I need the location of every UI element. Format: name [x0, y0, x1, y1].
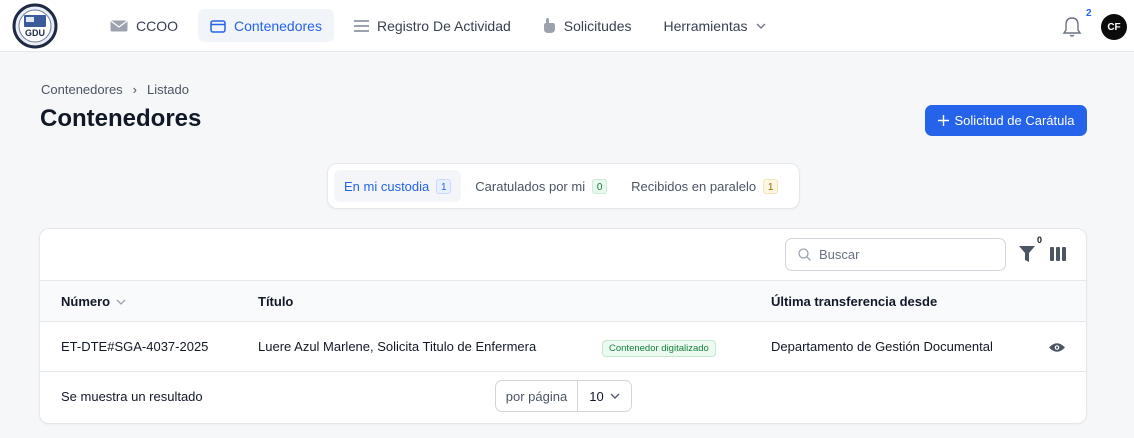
- search-icon: [798, 248, 811, 261]
- table-row[interactable]: ET-DTE#SGA-4037-2025 Luere Azul Marlene,…: [40, 322, 1086, 372]
- per-page-label: por página: [496, 381, 578, 411]
- tab-bar: En mi custodia 1 Caratulados por mi 0 Re…: [327, 163, 800, 209]
- column-header-titulo: Título: [258, 294, 293, 309]
- column-label: Número: [61, 294, 111, 309]
- breadcrumb-separator-icon: ›: [132, 82, 138, 97]
- filter-count: 0: [1037, 235, 1043, 245]
- per-page-select[interactable]: 10: [578, 389, 631, 404]
- solicitud-caratula-button[interactable]: Solicitud de Carátula: [925, 105, 1087, 136]
- folder-icon: [210, 19, 226, 33]
- mail-icon: [110, 20, 128, 31]
- avatar[interactable]: CF: [1101, 14, 1127, 40]
- table-card: Buscar 0 Número Título Última transferen…: [39, 228, 1087, 424]
- list-icon: [353, 19, 369, 32]
- gdu-logo[interactable]: GDU: [11, 3, 59, 49]
- cell-transferencia: Departamento de Gestión Documental: [771, 339, 993, 354]
- nav-item-label: Registro De Actividad: [376, 17, 511, 34]
- search-input[interactable]: Buscar: [785, 238, 1006, 271]
- filter-icon[interactable]: [1019, 245, 1035, 263]
- tab-caratulados-por-mi[interactable]: Caratulados por mi 0: [465, 170, 617, 202]
- tab-count-badge: 1: [763, 178, 779, 194]
- page-title: Contenedores: [40, 105, 202, 132]
- tab-count-badge: 1: [436, 178, 452, 194]
- chevron-down-icon: [116, 299, 126, 305]
- top-navbar: GDU CCOO Contenedores Registro De Activi…: [0, 0, 1134, 52]
- per-page-selector: por página 10: [495, 380, 632, 412]
- column-header-numero[interactable]: Número: [61, 294, 126, 309]
- per-page-value: 10: [589, 388, 604, 404]
- status-badge: Contenedor digitalizado: [602, 340, 716, 357]
- logo-text: GDU: [25, 28, 45, 38]
- result-count-text: Se muestra un resultado: [61, 389, 203, 404]
- nav-item-label: CCOO: [136, 17, 178, 34]
- table-header: Número Título Última transferencia desde: [40, 280, 1086, 322]
- nav-item-label: Solicitudes: [563, 17, 632, 34]
- columns-icon[interactable]: [1050, 247, 1066, 261]
- breadcrumb-item[interactable]: Contenedores: [41, 82, 123, 97]
- chevron-down-icon: [610, 393, 620, 399]
- hand-icon: [543, 18, 555, 33]
- chevron-down-icon: [756, 23, 765, 29]
- nav-item-herramientas[interactable]: Herramientas: [652, 9, 778, 42]
- nav-item-ccoo[interactable]: CCOO: [98, 9, 190, 42]
- button-label: Solicitud de Carátula: [954, 113, 1075, 128]
- breadcrumb-item: Listado: [147, 82, 189, 97]
- tab-label: Caratulados por mi: [475, 178, 586, 194]
- search-placeholder: Buscar: [819, 247, 860, 262]
- plus-icon: [937, 115, 949, 126]
- tab-en-mi-custodia[interactable]: En mi custodia 1: [334, 170, 462, 202]
- nav-item-contenedores[interactable]: Contenedores: [198, 9, 334, 42]
- nav-item-solicitudes[interactable]: Solicitudes: [531, 9, 644, 42]
- nav-item-label: Herramientas: [663, 17, 748, 34]
- column-label: Última transferencia desde: [771, 294, 938, 309]
- tab-label: Recibidos en paralelo: [631, 178, 757, 194]
- notification-count: 2: [1086, 8, 1092, 19]
- nav-item-label: Contenedores: [234, 17, 322, 34]
- tab-label: En mi custodia: [344, 178, 430, 194]
- tab-count-badge: 0: [592, 178, 608, 194]
- column-label: Título: [258, 294, 294, 309]
- eye-icon[interactable]: [1049, 342, 1065, 353]
- column-header-transferencia: Última transferencia desde: [771, 294, 937, 309]
- cell-numero: ET-DTE#SGA-4037-2025: [61, 339, 209, 354]
- tab-recibidos-en-paralelo[interactable]: Recibidos en paralelo 1: [621, 170, 788, 202]
- cell-titulo: Luere Azul Marlene, Solicita Titulo de E…: [258, 339, 537, 354]
- bell-icon[interactable]: [1062, 16, 1082, 38]
- nav-item-registro[interactable]: Registro De Actividad: [342, 9, 523, 42]
- main-nav: CCOO Contenedores Registro De Actividad …: [98, 9, 778, 42]
- breadcrumb: Contenedores › Listado: [41, 82, 189, 97]
